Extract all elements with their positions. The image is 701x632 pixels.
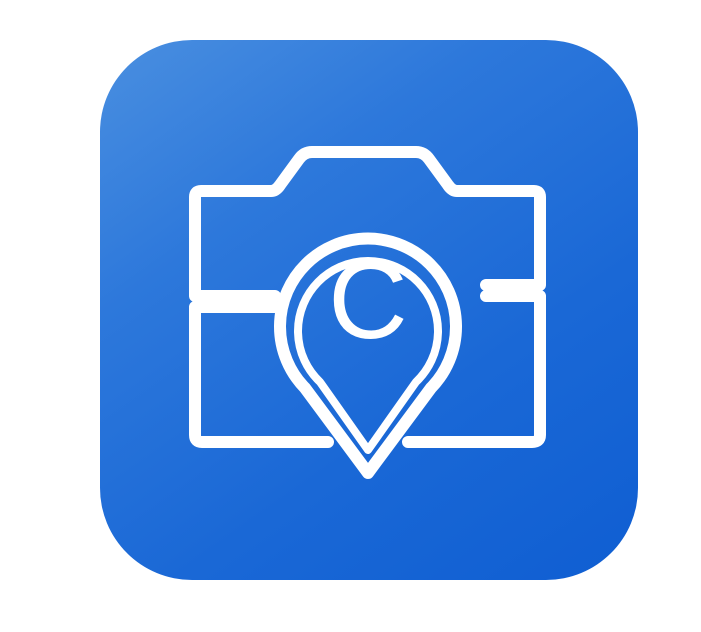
- copyright-letter: C: [328, 239, 407, 362]
- icon-canvas: C: [0, 0, 701, 632]
- app-icon[interactable]: C: [100, 40, 638, 580]
- camera-location-copyright-icon: C: [189, 146, 546, 479]
